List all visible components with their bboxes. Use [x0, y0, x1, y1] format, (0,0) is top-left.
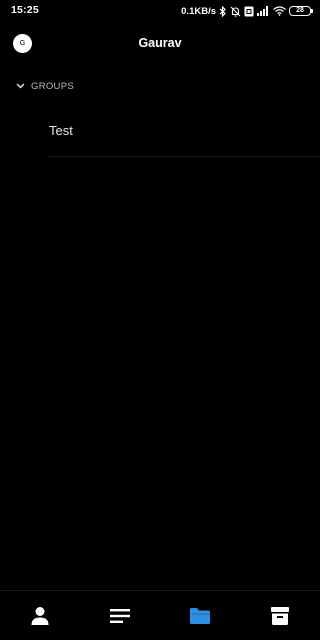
network-speed: 0.1KB/s: [181, 5, 216, 17]
archive-icon: [271, 606, 289, 625]
person-icon: [31, 606, 49, 625]
sim-icon: [244, 6, 254, 16]
battery-icon: 28: [289, 6, 313, 16]
status-time: 15:25: [11, 4, 39, 16]
wifi-icon: [273, 6, 286, 16]
groups-section-toggle[interactable]: GROUPS: [16, 78, 74, 94]
group-item-label: Test: [49, 123, 73, 138]
folder-icon: [190, 607, 210, 624]
tab-archive[interactable]: [240, 591, 320, 640]
tab-list[interactable]: [80, 591, 160, 640]
bottom-nav: [0, 590, 320, 640]
status-icons: 0.1KB/s 28: [181, 3, 313, 19]
list-icon: [110, 608, 130, 623]
app-header: G Gaurav: [0, 22, 320, 64]
signal-icon: [257, 6, 268, 16]
chevron-down-icon: [16, 83, 25, 89]
status-bar: 15:25 0.1KB/s 28: [0, 0, 320, 22]
divider: [48, 156, 320, 157]
tab-contacts[interactable]: [0, 591, 80, 640]
tab-folders[interactable]: [160, 591, 240, 640]
alarm-off-icon: [230, 6, 241, 17]
page-title: Gaurav: [138, 36, 182, 50]
bluetooth-icon: [219, 5, 226, 17]
section-label: GROUPS: [31, 80, 74, 92]
group-item[interactable]: Test: [0, 110, 320, 156]
